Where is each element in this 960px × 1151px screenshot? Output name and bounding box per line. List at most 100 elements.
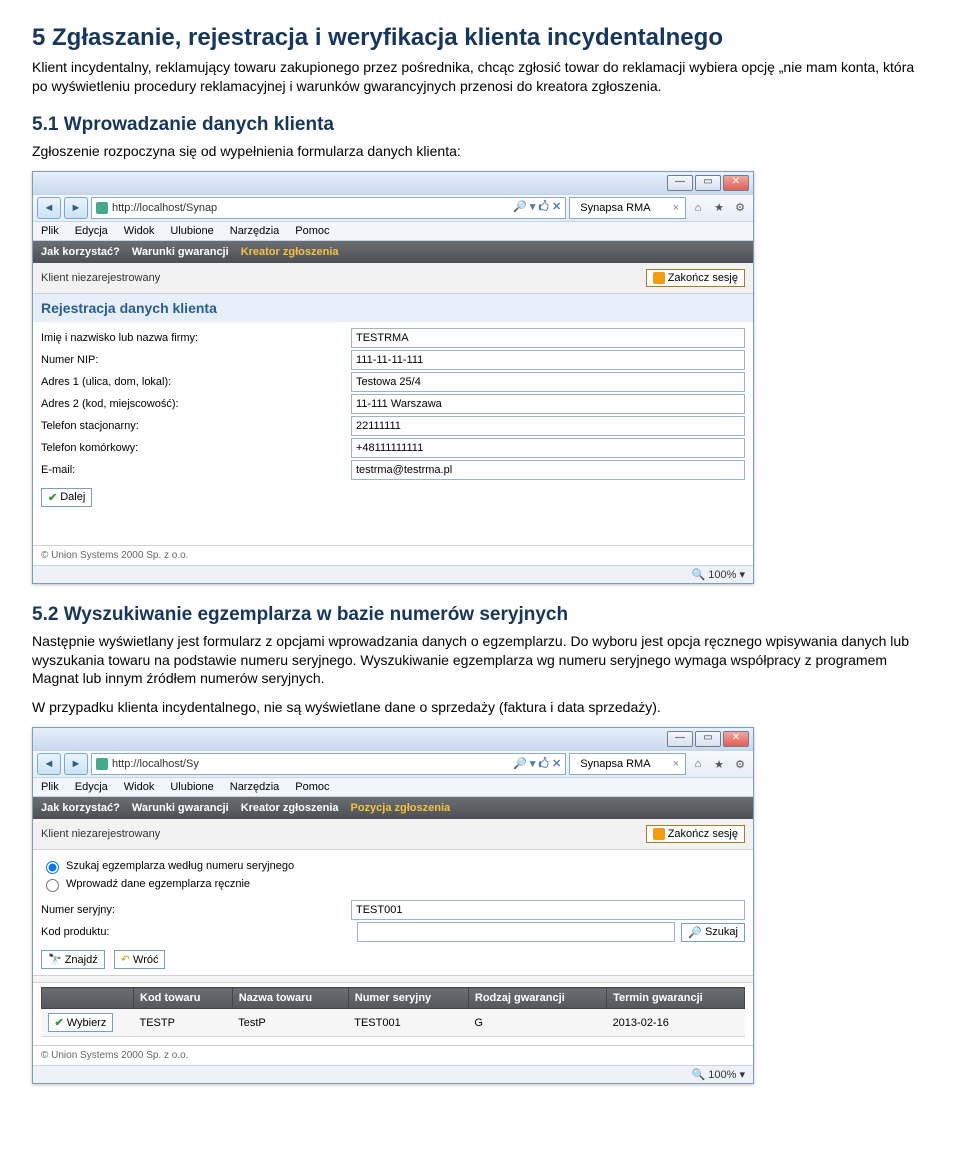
section-5-heading: 5 Zgłaszanie, rejestracja i weryfikacja … (32, 24, 928, 52)
menu-favorites[interactable]: Ulubione (170, 225, 213, 237)
end-session-button[interactable]: Zakończ sesję (646, 269, 745, 287)
browser-tab[interactable]: Synapsa RMA × (569, 197, 686, 219)
menu-edit[interactable]: Edycja (75, 225, 108, 237)
appnav-how-to[interactable]: Jak korzystać? (41, 802, 120, 814)
browser-back-button[interactable]: ◄ (37, 197, 61, 219)
menu-view[interactable]: Widok (124, 225, 155, 237)
url-text: http://localhost/Sy (112, 758, 199, 770)
appnav-wizard[interactable]: Kreator zgłoszenia (241, 802, 339, 814)
find-button[interactable]: 🔭 Znajdź (41, 950, 105, 969)
favicon-icon (96, 758, 108, 770)
results-table: Kod towaru Nazwa towaru Numer seryjny Ro… (41, 987, 745, 1037)
end-session-button[interactable]: Zakończ sesję (646, 825, 745, 843)
browser-forward-button[interactable]: ► (64, 197, 88, 219)
radio-serial-label: Szukaj egzemplarza według numeru seryjne… (66, 860, 294, 872)
browser-forward-button[interactable]: ► (64, 753, 88, 775)
home-icon[interactable]: ⌂ (689, 755, 707, 773)
input-mobile[interactable] (351, 438, 745, 458)
appnav-how-to[interactable]: Jak korzystać? (41, 246, 120, 258)
home-icon[interactable]: ⌂ (689, 199, 707, 217)
menu-tools[interactable]: Narzędzia (230, 225, 280, 237)
browser-address-bar: ◄ ► http://localhost/Sy 🔎 ▾ 🖒 ✕ Synapsa … (33, 750, 753, 778)
window-maximize-button[interactable]: ▭ (695, 731, 721, 747)
tab-title: Synapsa RMA (580, 202, 650, 214)
browser-status-bar: 🔍 100% ▾ (33, 1065, 753, 1083)
input-addr1[interactable] (351, 372, 745, 392)
appnav-warranty[interactable]: Warunki gwarancji (132, 802, 229, 814)
check-icon: ✔ (55, 1016, 64, 1029)
window-minimize-button[interactable]: — (667, 731, 693, 747)
section-5-2-heading: 5.2 Wyszukiwanie egzemplarza w bazie num… (32, 604, 928, 626)
radio-serial[interactable] (46, 861, 59, 874)
appnav-wizard[interactable]: Kreator zgłoszenia (241, 246, 339, 258)
menu-view[interactable]: Widok (124, 781, 155, 793)
zoom-control[interactable]: 🔍 100% ▾ (692, 568, 745, 581)
choose-button[interactable]: ✔ Wybierz (48, 1013, 114, 1032)
input-nip[interactable] (351, 350, 745, 370)
search-button[interactable]: 🔎 Szukaj (681, 923, 745, 942)
label-email: E-mail: (41, 464, 351, 476)
cell-code: TESTP (134, 1009, 233, 1037)
tab-close-icon[interactable]: × (673, 758, 679, 770)
input-serial[interactable] (351, 900, 745, 920)
menu-file[interactable]: Plik (41, 781, 59, 793)
input-name[interactable] (351, 328, 745, 348)
radio-manual[interactable] (46, 879, 59, 892)
browser-tab[interactable]: Synapsa RMA × (569, 753, 686, 775)
th-code: Kod towaru (134, 988, 233, 1009)
table-row[interactable]: ✔ Wybierz TESTP TestP TEST001 G 2013-02-… (42, 1009, 745, 1037)
browser-menu-bar[interactable]: Plik Edycja Widok Ulubione Narzędzia Pom… (33, 778, 753, 797)
browser-address-bar: ◄ ► http://localhost/Synap 🔎 ▾ 🖒 ✕ Synap… (33, 194, 753, 222)
user-label: Klient niezarejestrowany (41, 272, 160, 284)
window-minimize-button[interactable]: — (667, 175, 693, 191)
input-email[interactable] (351, 460, 745, 480)
url-field[interactable]: http://localhost/Synap 🔎 ▾ 🖒 ✕ (91, 197, 566, 219)
input-prodcode[interactable] (357, 922, 675, 942)
app-nav-bar: Jak korzystać? Warunki gwarancji Kreator… (33, 797, 753, 819)
separator (33, 975, 753, 983)
next-label: Dalej (60, 491, 85, 503)
window-close-button[interactable]: ✕ (723, 731, 749, 747)
binoculars-icon: 🔭 (48, 953, 62, 966)
next-button[interactable]: ✔ Dalej (41, 488, 92, 507)
appnav-position[interactable]: Pozycja zgłoszenia (351, 802, 451, 814)
menu-file[interactable]: Plik (41, 225, 59, 237)
browser-status-bar: 🔍 100% ▾ (33, 565, 753, 583)
browser-menu-bar[interactable]: Plik Edycja Widok Ulubione Narzędzia Pom… (33, 222, 753, 241)
back-label: Wróć (133, 954, 158, 966)
favorites-icon[interactable]: ★ (710, 199, 728, 217)
panel-title: Rejestracja danych klienta (33, 294, 753, 322)
menu-help[interactable]: Pomoc (295, 225, 329, 237)
tools-icon[interactable]: ⚙ (731, 755, 749, 773)
cell-warranty-date: 2013-02-16 (607, 1009, 745, 1037)
tab-close-icon[interactable]: × (673, 202, 679, 214)
browser-back-button[interactable]: ◄ (37, 753, 61, 775)
zoom-value: 100% (708, 569, 736, 581)
input-addr2[interactable] (351, 394, 745, 414)
tab-title: Synapsa RMA (580, 758, 650, 770)
zoom-control[interactable]: 🔍 100% ▾ (692, 1068, 745, 1081)
radio-manual-label: Wprowadź dane egzemplarza ręcznie (66, 878, 250, 890)
menu-help[interactable]: Pomoc (295, 781, 329, 793)
favorites-icon[interactable]: ★ (710, 755, 728, 773)
menu-favorites[interactable]: Ulubione (170, 781, 213, 793)
menu-tools[interactable]: Narzędzia (230, 781, 280, 793)
url-field[interactable]: http://localhost/Sy 🔎 ▾ 🖒 ✕ (91, 753, 566, 775)
window-titlebar: — ▭ ✕ (33, 728, 753, 750)
input-phone[interactable] (351, 416, 745, 436)
window-close-button[interactable]: ✕ (723, 175, 749, 191)
window-maximize-button[interactable]: ▭ (695, 175, 721, 191)
section-5-2-text-1: Następnie wyświetlany jest formularz z o… (32, 632, 928, 689)
back-button[interactable]: ↶ Wróć (114, 950, 166, 969)
menu-edit[interactable]: Edycja (75, 781, 108, 793)
search-icon[interactable]: 🔎 ▾ 🖒 ✕ (513, 198, 561, 217)
appnav-warranty[interactable]: Warunki gwarancji (132, 246, 229, 258)
cell-warranty-type: G (468, 1009, 606, 1037)
tools-icon[interactable]: ⚙ (731, 199, 749, 217)
section-5-intro: Klient incydentalny, reklamujący towaru … (32, 58, 928, 96)
th-empty (42, 988, 134, 1009)
section-5-1-text: Zgłoszenie rozpoczyna się od wypełnienia… (32, 142, 928, 161)
choose-label: Wybierz (67, 1017, 107, 1029)
label-nip: Numer NIP: (41, 354, 351, 366)
search-icon[interactable]: 🔎 ▾ 🖒 ✕ (513, 755, 561, 774)
